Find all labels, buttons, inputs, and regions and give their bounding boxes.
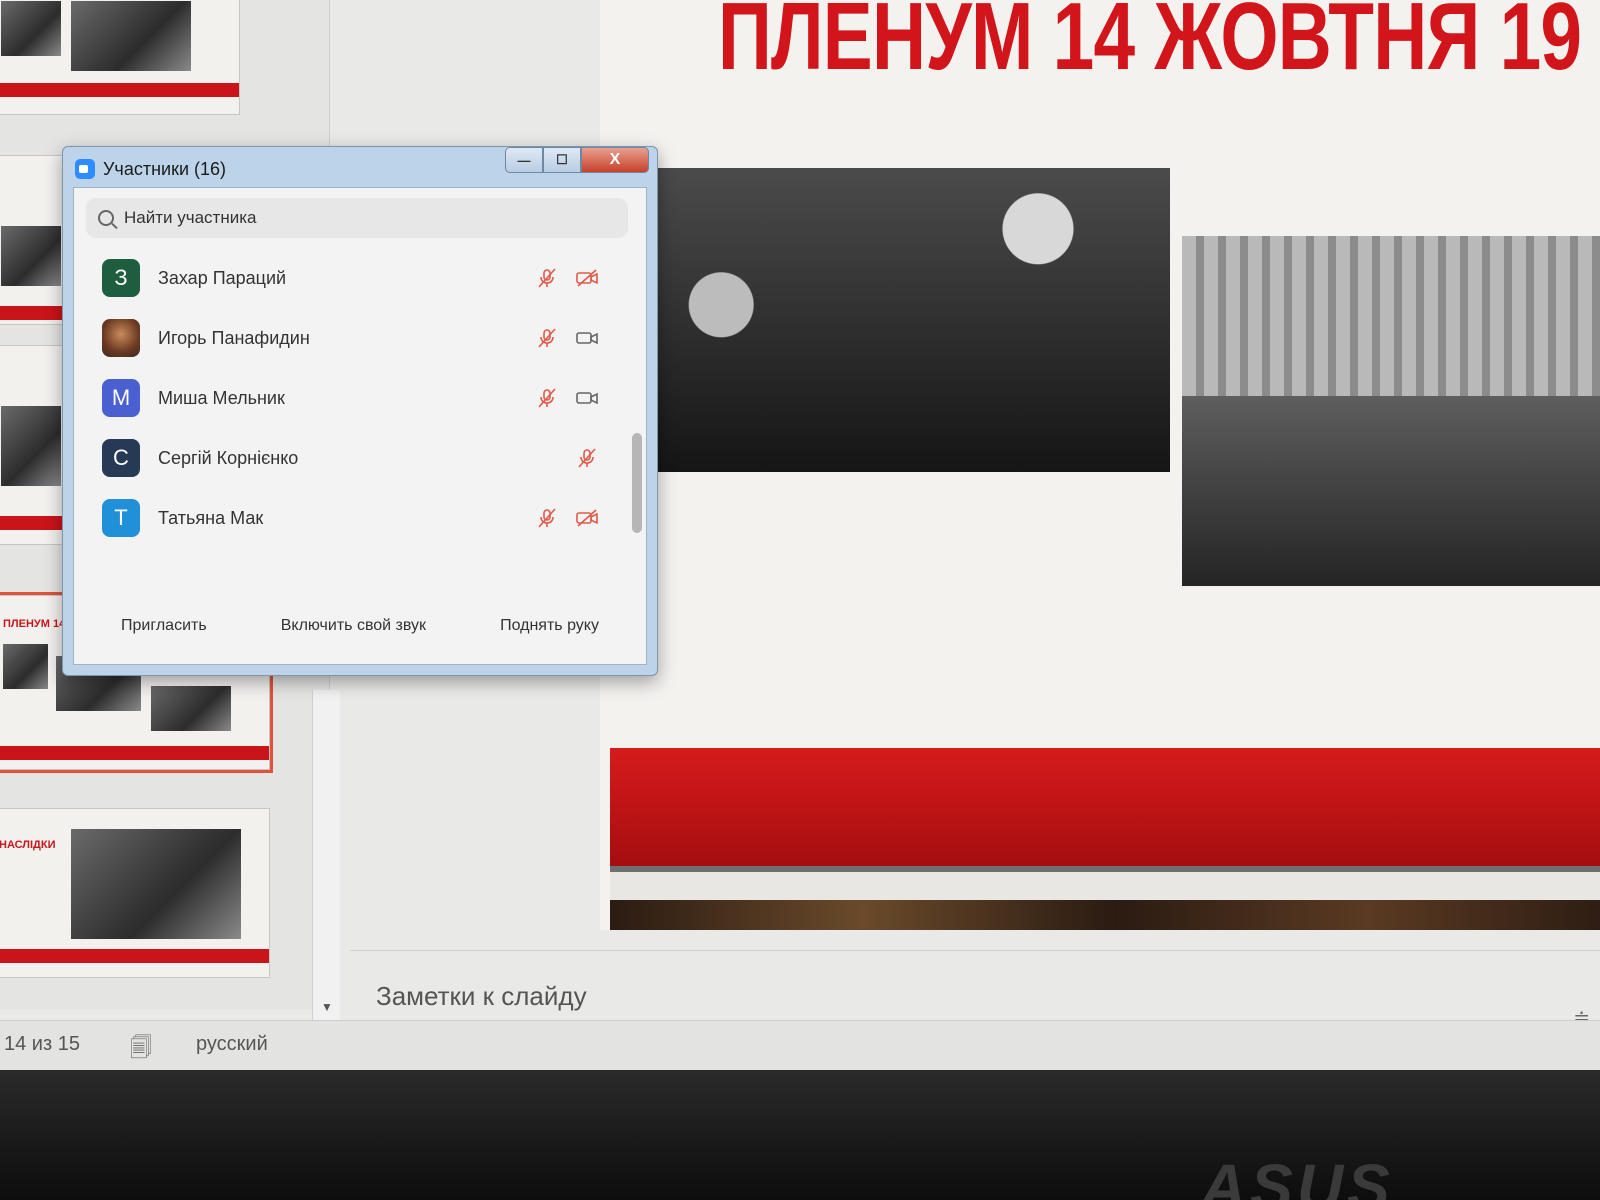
close-button[interactable]: X (581, 147, 649, 173)
window-controls: — ☐ X (505, 147, 649, 173)
slide-grey-strip (610, 866, 1600, 900)
participant-search-input[interactable] (124, 208, 544, 228)
participant-name: Захар Параций (158, 267, 287, 288)
maximize-button[interactable]: ☐ (543, 147, 581, 173)
scroll-down-arrow-icon[interactable]: ▼ (321, 1000, 333, 1014)
window-title: Участники (16) (103, 158, 227, 179)
monitor-screen: ПЛЕНУМ 14 ЖОВ НАСЛІДКИ ▼ ПЛЕНУМ 14 ЖОВТН… (0, 0, 1600, 1070)
participant-list[interactable]: З Захар Параций Игорь Панафидин М Миша Мельн… (74, 248, 624, 578)
slide-thumbnail[interactable]: НАСЛІДКИ (0, 808, 270, 978)
mic-muted-icon (536, 268, 558, 288)
slide-counter: 14 из 15 (4, 1033, 80, 1055)
invite-button[interactable]: Пригласить (111, 611, 217, 641)
mic-muted-icon (536, 388, 558, 408)
participant-name: Сергій Корнієнко (158, 447, 299, 468)
participant-row[interactable]: З Захар Параций (74, 248, 624, 308)
raise-hand-button[interactable]: Поднять руку (490, 611, 609, 641)
participant-name: Игорь Панафидин (158, 327, 310, 348)
slide-footer-strip (610, 900, 1600, 930)
camera-off-icon (576, 508, 598, 528)
mic-muted-icon (536, 328, 558, 348)
avatar: С (102, 439, 140, 477)
participant-list-scrollbar[interactable] (632, 433, 642, 533)
slide-photo-side (1182, 236, 1600, 586)
mic-muted-icon (576, 448, 598, 468)
participant-row[interactable]: М Миша Мельник (74, 368, 624, 428)
participant-name: Татьяна Мак (158, 507, 264, 528)
participants-footer: Пригласить Включить свой звук Поднять ру… (74, 606, 646, 646)
unmute-self-button[interactable]: Включить свой звук (271, 611, 436, 641)
notes-placeholder[interactable]: Заметки к слайду (376, 981, 587, 1012)
brand-logo: ASUS (1200, 1151, 1394, 1200)
avatar: З (102, 259, 140, 297)
zoom-app-icon (75, 159, 95, 179)
participant-name: Миша Мельник (158, 387, 285, 408)
slide-canvas[interactable]: ПЛЕНУМ 14 ЖОВТНЯ 19 (600, 0, 1600, 930)
participants-panel: З Захар Параций Игорь Панафидин М Миша Мельн… (73, 187, 647, 665)
mic-muted-icon (536, 508, 558, 528)
window-titlebar[interactable]: Участники (16) (75, 155, 226, 183)
language-indicator[interactable]: русский (196, 1033, 268, 1056)
status-bar: 14 из 15 🗐 русский (0, 1020, 1600, 1070)
participants-window[interactable]: Участники (16) — ☐ X З Захар Параций Игорь… (62, 146, 658, 676)
thumbnail-scrollbar[interactable]: ▼ (312, 690, 340, 1020)
participant-row[interactable]: С Сергій Корнієнко (74, 428, 624, 488)
spellcheck-icon[interactable]: 🗐 (130, 1031, 152, 1069)
search-icon (98, 210, 114, 226)
thumbnail-title: НАСЛІДКИ (0, 839, 56, 851)
avatar: Т (102, 499, 140, 537)
participant-search[interactable] (86, 198, 628, 238)
participant-row[interactable]: Игорь Панафидин (74, 308, 624, 368)
slide-photo-main (642, 168, 1170, 472)
participant-row[interactable]: Т Татьяна Мак (74, 488, 624, 548)
slide-title: ПЛЕНУМ 14 ЖОВТНЯ 19 (718, 0, 1582, 90)
camera-icon (576, 388, 598, 408)
avatar (102, 319, 140, 357)
slide-notes-pane[interactable]: Заметки к слайду ≑ (350, 950, 1600, 1029)
camera-icon (576, 328, 598, 348)
avatar: М (102, 379, 140, 417)
slide-thumbnail[interactable] (0, 0, 240, 115)
camera-off-icon (576, 268, 598, 288)
minimize-button[interactable]: — (505, 147, 543, 173)
slide-red-band (610, 748, 1600, 866)
